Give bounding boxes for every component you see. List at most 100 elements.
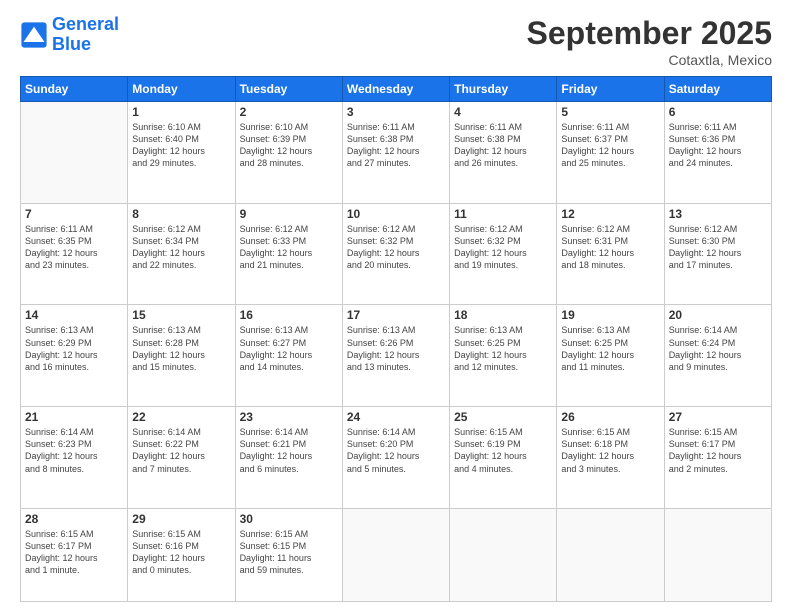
day-info: Sunrise: 6:14 AM Sunset: 6:24 PM Dayligh… <box>669 324 767 373</box>
day-info: Sunrise: 6:12 AM Sunset: 6:31 PM Dayligh… <box>561 223 659 272</box>
calendar-cell: 10Sunrise: 6:12 AM Sunset: 6:32 PM Dayli… <box>342 203 449 305</box>
calendar-cell: 2 Sunrise: 6:10 AM Sunset: 6:39 PM Daylig… <box>235 102 342 204</box>
calendar-cell <box>342 508 449 601</box>
calendar-cell: 15 Sunrise: 6:13 AM Sunset: 6:28 PM Dayli… <box>128 305 235 407</box>
header: General Blue September 2025 Cotaxtla, Me… <box>20 15 772 68</box>
day-number: 16 <box>240 308 338 322</box>
day-info: Sunrise: 6:15 AM Sunset: 6:16 PM Dayligh… <box>132 528 230 577</box>
calendar-cell: 5 Sunrise: 6:11 AM Sunset: 6:37 PM Daylig… <box>557 102 664 204</box>
day-info: Sunrise: 6:15 AM Sunset: 6:15 PM Dayligh… <box>240 528 338 577</box>
day-info: Sunrise: 6:13 AM Sunset: 6:26 PM Dayligh… <box>347 324 445 373</box>
logo: General Blue <box>20 15 119 55</box>
calendar-cell: 17 Sunrise: 6:13 AM Sunset: 6:26 PM Dayli… <box>342 305 449 407</box>
day-header-tuesday: Tuesday <box>235 77 342 102</box>
month-title: September 2025 <box>527 15 772 52</box>
day-number: 21 <box>25 410 123 424</box>
calendar-week-1: 1 Sunrise: 6:10 AM Sunset: 6:40 PM Daylig… <box>21 102 772 204</box>
calendar-cell <box>450 508 557 601</box>
day-number: 18 <box>454 308 552 322</box>
day-info: Sunrise: 6:15 AM Sunset: 6:17 PM Dayligh… <box>669 426 767 475</box>
day-number: 19 <box>561 308 659 322</box>
calendar-cell: 9 Sunrise: 6:12 AM Sunset: 6:33 PM Daylig… <box>235 203 342 305</box>
day-number: 30 <box>240 512 338 526</box>
day-info: Sunrise: 6:12 AM Sunset: 6:32 PM Dayligh… <box>347 223 445 272</box>
calendar-cell: 7 Sunrise: 6:11 AM Sunset: 6:35 PM Daylig… <box>21 203 128 305</box>
day-number: 9 <box>240 207 338 221</box>
calendar-cell: 20 Sunrise: 6:14 AM Sunset: 6:24 PM Dayli… <box>664 305 771 407</box>
day-number: 20 <box>669 308 767 322</box>
calendar-cell: 27 Sunrise: 6:15 AM Sunset: 6:17 PM Dayli… <box>664 407 771 509</box>
day-number: 26 <box>561 410 659 424</box>
day-header-sunday: Sunday <box>21 77 128 102</box>
calendar-cell: 24Sunrise: 6:14 AM Sunset: 6:20 PM Dayli… <box>342 407 449 509</box>
calendar-cell: 12Sunrise: 6:12 AM Sunset: 6:31 PM Dayli… <box>557 203 664 305</box>
day-number: 27 <box>669 410 767 424</box>
calendar-cell: 26 Sunrise: 6:15 AM Sunset: 6:18 PM Dayli… <box>557 407 664 509</box>
calendar-table: SundayMondayTuesdayWednesdayThursdayFrid… <box>20 76 772 602</box>
day-info: Sunrise: 6:11 AM Sunset: 6:38 PM Dayligh… <box>454 121 552 170</box>
calendar-cell: 14Sunrise: 6:13 AM Sunset: 6:29 PM Dayli… <box>21 305 128 407</box>
day-info: Sunrise: 6:13 AM Sunset: 6:25 PM Dayligh… <box>454 324 552 373</box>
day-info: Sunrise: 6:12 AM Sunset: 6:32 PM Dayligh… <box>454 223 552 272</box>
calendar-cell: 23Sunrise: 6:14 AM Sunset: 6:21 PM Dayli… <box>235 407 342 509</box>
calendar-week-3: 14Sunrise: 6:13 AM Sunset: 6:29 PM Dayli… <box>21 305 772 407</box>
day-header-thursday: Thursday <box>450 77 557 102</box>
day-number: 2 <box>240 105 338 119</box>
day-number: 7 <box>25 207 123 221</box>
calendar-cell: 3Sunrise: 6:11 AM Sunset: 6:38 PM Daylig… <box>342 102 449 204</box>
day-info: Sunrise: 6:12 AM Sunset: 6:33 PM Dayligh… <box>240 223 338 272</box>
calendar-cell: 29Sunrise: 6:15 AM Sunset: 6:16 PM Dayli… <box>128 508 235 601</box>
calendar-cell: 25 Sunrise: 6:15 AM Sunset: 6:19 PM Dayli… <box>450 407 557 509</box>
calendar-cell: 13 Sunrise: 6:12 AM Sunset: 6:30 PM Dayli… <box>664 203 771 305</box>
calendar-cell <box>557 508 664 601</box>
day-info: Sunrise: 6:10 AM Sunset: 6:39 PM Dayligh… <box>240 121 338 170</box>
calendar-cell: 16 Sunrise: 6:13 AM Sunset: 6:27 PM Dayli… <box>235 305 342 407</box>
location: Cotaxtla, Mexico <box>527 52 772 68</box>
calendar-cell: 30 Sunrise: 6:15 AM Sunset: 6:15 PM Dayli… <box>235 508 342 601</box>
calendar-cell: 11Sunrise: 6:12 AM Sunset: 6:32 PM Dayli… <box>450 203 557 305</box>
day-info: Sunrise: 6:12 AM Sunset: 6:30 PM Dayligh… <box>669 223 767 272</box>
day-info: Sunrise: 6:14 AM Sunset: 6:23 PM Dayligh… <box>25 426 123 475</box>
day-number: 15 <box>132 308 230 322</box>
day-number: 14 <box>25 308 123 322</box>
day-number: 1 <box>132 105 230 119</box>
day-number: 6 <box>669 105 767 119</box>
day-number: 24 <box>347 410 445 424</box>
day-number: 23 <box>240 410 338 424</box>
calendar-cell: 21 Sunrise: 6:14 AM Sunset: 6:23 PM Dayli… <box>21 407 128 509</box>
day-header-monday: Monday <box>128 77 235 102</box>
day-info: Sunrise: 6:15 AM Sunset: 6:17 PM Dayligh… <box>25 528 123 577</box>
day-number: 28 <box>25 512 123 526</box>
day-header-wednesday: Wednesday <box>342 77 449 102</box>
page: General Blue September 2025 Cotaxtla, Me… <box>0 0 792 612</box>
calendar-cell: 1 Sunrise: 6:10 AM Sunset: 6:40 PM Daylig… <box>128 102 235 204</box>
day-info: Sunrise: 6:11 AM Sunset: 6:38 PM Dayligh… <box>347 121 445 170</box>
day-info: Sunrise: 6:14 AM Sunset: 6:22 PM Dayligh… <box>132 426 230 475</box>
day-info: Sunrise: 6:11 AM Sunset: 6:37 PM Dayligh… <box>561 121 659 170</box>
day-header-saturday: Saturday <box>664 77 771 102</box>
logo-icon <box>20 21 48 49</box>
day-info: Sunrise: 6:10 AM Sunset: 6:40 PM Dayligh… <box>132 121 230 170</box>
day-info: Sunrise: 6:15 AM Sunset: 6:18 PM Dayligh… <box>561 426 659 475</box>
calendar-cell: 4 Sunrise: 6:11 AM Sunset: 6:38 PM Daylig… <box>450 102 557 204</box>
day-number: 13 <box>669 207 767 221</box>
calendar-cell: 8Sunrise: 6:12 AM Sunset: 6:34 PM Daylig… <box>128 203 235 305</box>
calendar-week-2: 7 Sunrise: 6:11 AM Sunset: 6:35 PM Daylig… <box>21 203 772 305</box>
calendar-week-4: 21 Sunrise: 6:14 AM Sunset: 6:23 PM Dayli… <box>21 407 772 509</box>
day-header-friday: Friday <box>557 77 664 102</box>
calendar-cell <box>21 102 128 204</box>
day-info: Sunrise: 6:11 AM Sunset: 6:35 PM Dayligh… <box>25 223 123 272</box>
day-number: 4 <box>454 105 552 119</box>
day-info: Sunrise: 6:13 AM Sunset: 6:28 PM Dayligh… <box>132 324 230 373</box>
logo-text: General Blue <box>52 15 119 55</box>
day-info: Sunrise: 6:11 AM Sunset: 6:36 PM Dayligh… <box>669 121 767 170</box>
day-number: 22 <box>132 410 230 424</box>
day-number: 5 <box>561 105 659 119</box>
day-info: Sunrise: 6:15 AM Sunset: 6:19 PM Dayligh… <box>454 426 552 475</box>
calendar-cell: 6 Sunrise: 6:11 AM Sunset: 6:36 PM Daylig… <box>664 102 771 204</box>
calendar-cell: 19Sunrise: 6:13 AM Sunset: 6:25 PM Dayli… <box>557 305 664 407</box>
day-info: Sunrise: 6:12 AM Sunset: 6:34 PM Dayligh… <box>132 223 230 272</box>
day-info: Sunrise: 6:13 AM Sunset: 6:27 PM Dayligh… <box>240 324 338 373</box>
day-number: 25 <box>454 410 552 424</box>
day-number: 17 <box>347 308 445 322</box>
